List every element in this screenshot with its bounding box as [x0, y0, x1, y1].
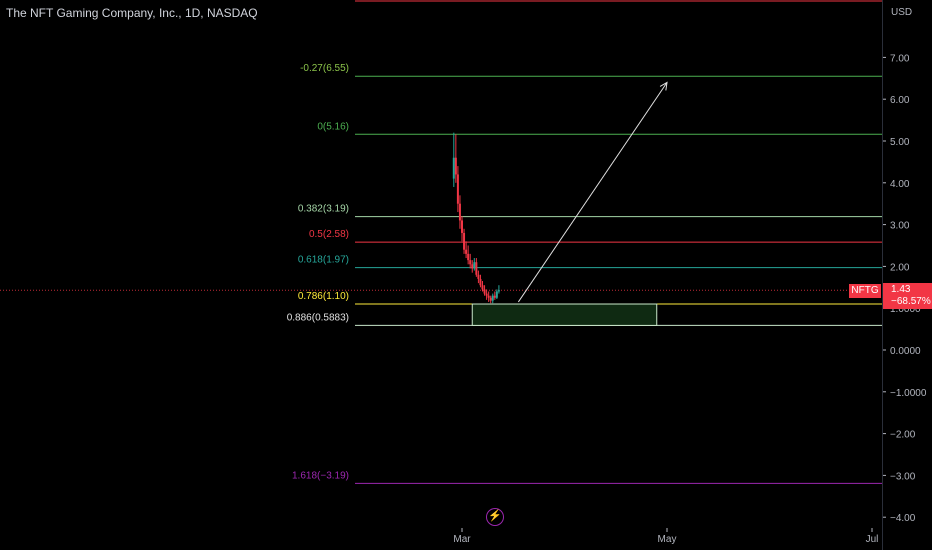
y-tick-label: 2.00 — [890, 262, 910, 273]
candle-body — [458, 203, 461, 221]
candle-body — [456, 174, 459, 204]
last-price-value: 1.43 — [891, 284, 911, 295]
fib-level-label: 0.618(1.97) — [298, 255, 349, 266]
x-tick-label: Mar — [453, 534, 471, 545]
candle-body — [481, 285, 484, 290]
fib-level-label: 1.618(−3.19) — [292, 470, 349, 481]
y-tick-label: 7.00 — [890, 53, 910, 64]
chart-title: The NFT Gaming Company, Inc., 1D, NASDAQ — [6, 6, 258, 20]
price-chart[interactable]: -0.27(6.55) 0(5.16) 0.382(3.19) 0.5(2.58) 0.… — [0, 0, 932, 550]
candle-body — [491, 295, 494, 301]
y-tick-label: 6.00 — [890, 95, 910, 106]
fib-level-label: 0.786(1.10) — [298, 291, 349, 302]
fib-level-label: 0.5(2.58) — [309, 229, 349, 240]
lightning-bolt-icon[interactable]: ⚡ — [486, 508, 504, 526]
candle-body — [497, 290, 500, 292]
y-axis-currency-label: USD — [891, 7, 912, 18]
candle-body — [454, 157, 457, 175]
y-tick-label: 5.00 — [890, 137, 910, 148]
fib-level-label: 0(5.16) — [317, 121, 349, 132]
y-tick-label: −1.0000 — [890, 388, 927, 399]
price-change-percent: −68.57% — [891, 296, 931, 307]
candle-body — [487, 295, 490, 298]
candle-body — [467, 253, 470, 261]
candle-body — [471, 264, 474, 269]
candle-body — [477, 274, 480, 279]
last-price-badge: 1.43 −68.57% — [883, 283, 932, 309]
y-tick-label: 3.00 — [890, 221, 910, 232]
candle-body — [461, 220, 463, 233]
candle-body — [495, 291, 498, 298]
y-tick-label: −4.00 — [890, 513, 916, 524]
y-tick-label: −2.00 — [890, 430, 916, 441]
candle-body — [475, 262, 478, 275]
candle-body — [463, 232, 466, 250]
y-tick-label: −3.00 — [890, 471, 916, 482]
x-tick-label: May — [658, 534, 677, 545]
candle-body — [489, 297, 492, 301]
candle-body — [483, 289, 486, 294]
fib-level-label: -0.27(6.55) — [300, 63, 349, 74]
candle-body — [469, 260, 472, 265]
candle-body — [485, 293, 488, 296]
projection-arrow — [517, 82, 668, 303]
x-tick-label: Jul — [866, 534, 879, 545]
candle-body — [493, 295, 496, 298]
candle-body — [473, 262, 476, 269]
ticker-badge: NFTG — [849, 284, 881, 298]
price-axis-divider — [882, 0, 883, 550]
fib-level-label: 0.886(0.5883) — [287, 312, 349, 323]
candle-body — [452, 157, 455, 179]
candle-body — [465, 249, 468, 254]
fib-level-label: 0.382(3.19) — [298, 204, 349, 215]
y-tick-label: 4.00 — [890, 179, 910, 190]
candle-body — [479, 278, 482, 286]
target-zone-box — [471, 303, 658, 326]
y-tick-label: 0.0000 — [890, 346, 921, 357]
